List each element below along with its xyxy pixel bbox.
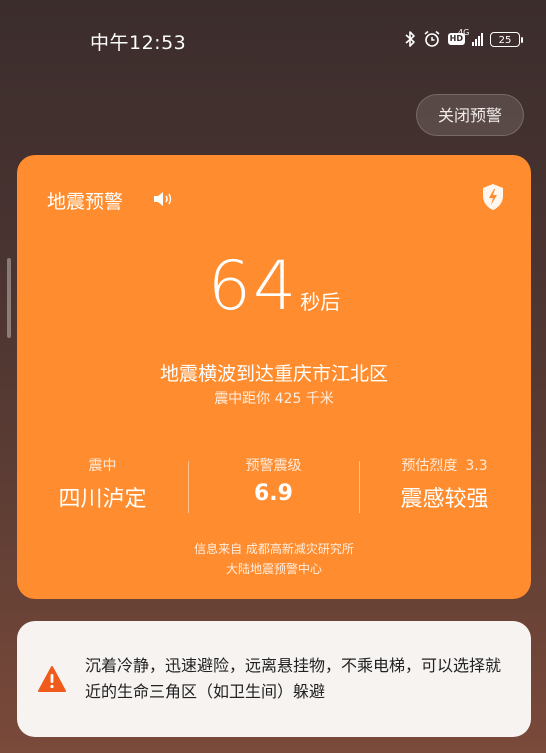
speaker-icon[interactable] [152, 191, 174, 211]
alarm-icon [423, 30, 441, 48]
battery-icon: 25 [490, 31, 523, 47]
magnitude-stat: 预警震级 6.9 [188, 455, 359, 506]
warning-icon [37, 665, 67, 697]
edge-handle[interactable] [7, 258, 11, 338]
bluetooth-icon [404, 30, 416, 48]
epicenter-stat: 震中 四川泸定 [17, 455, 188, 513]
alert-stats: 震中 四川泸定 预警震级 6.9 预估烈度 3.3 震感较强 [17, 455, 531, 521]
signal-icon: 4G [458, 28, 483, 46]
epicenter-value: 四川泸定 [58, 487, 147, 512]
intensity-number: 3.3 [465, 458, 488, 474]
countdown-seconds: 64 [207, 247, 299, 326]
countdown: 64 秒后 [17, 247, 531, 326]
shield-lightning-icon [481, 183, 505, 215]
magnitude-value: 6.9 [254, 481, 293, 506]
intensity-label-row: 预估烈度 3.3 [359, 455, 530, 475]
intensity-label: 预估烈度 [401, 458, 458, 474]
status-bar: 中午12:53 HD 4G 25 [0, 0, 546, 80]
magnitude-label: 预警震级 [245, 458, 302, 474]
status-time: 中午12:53 [90, 32, 187, 54]
arrival-message: 地震横波到达重庆市江北区 [159, 363, 388, 385]
intensity-value: 震感较强 [400, 487, 489, 512]
info-source: 信息来自 成都高新减灾研究所 大陆地震预警中心 [17, 539, 531, 579]
safety-tip-text: 沉着冷静，迅速避险，远离悬挂物，不乘电梯，可以选择就近的生命三角区（如卫生间）躲… [85, 656, 502, 701]
epicenter-distance: 震中距你 425 千米 [214, 391, 334, 407]
intensity-stat: 预估烈度 3.3 震感较强 [359, 455, 530, 513]
status-icons: HD 4G 25 [404, 28, 523, 50]
source-line-1: 信息来自 成都高新减灾研究所 [194, 542, 354, 556]
epicenter-label: 震中 [88, 458, 117, 474]
safety-tip-card: 沉着冷静，迅速避险，远离悬挂物，不乘电梯，可以选择就近的生命三角区（如卫生间）躲… [17, 621, 531, 737]
close-alert-button[interactable]: 关闭预警 [416, 94, 524, 136]
network-type: 4G [458, 28, 470, 37]
source-line-2: 大陆地震预警中心 [225, 562, 322, 576]
alert-title: 地震预警 [47, 191, 124, 213]
countdown-unit: 秒后 [300, 290, 341, 314]
earthquake-alert-card: 地震预警 64 秒后 地震横波到达重庆市江北区 震中距你 425 千米 震中 四川… [17, 155, 531, 599]
